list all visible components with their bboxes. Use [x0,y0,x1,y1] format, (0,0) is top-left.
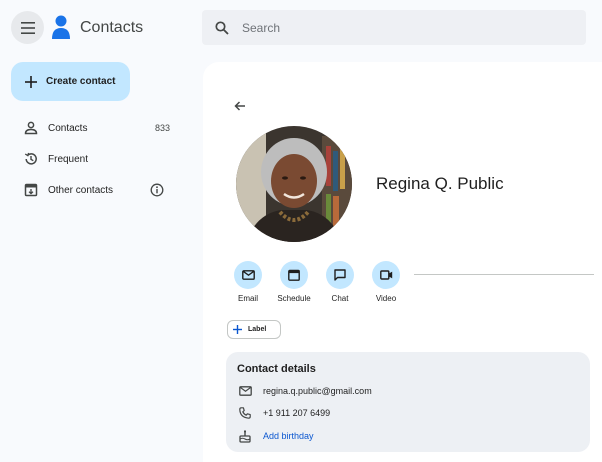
info-icon[interactable] [148,181,166,199]
sidebar-item-label: Contacts [48,122,88,134]
contact-details-title: Contact details [237,363,316,375]
contact-name: Regina Q. Public [376,174,504,193]
search-input[interactable] [242,20,562,35]
schedule-action-button[interactable]: Schedule [274,261,314,303]
contact-photo [236,126,352,242]
history-icon [22,150,40,168]
email-action-button[interactable]: Email [228,261,268,303]
action-label: Video [375,294,397,303]
chat-action-button[interactable]: Chat [320,261,360,303]
email-value[interactable]: regina.q.public@gmail.com [263,386,372,396]
main-menu-button[interactable] [11,11,44,44]
search-icon[interactable] [202,20,242,35]
video-action-button[interactable]: Video [366,261,406,303]
sidebar-item-label: Frequent [48,153,89,165]
app-title: Contacts [80,19,144,36]
divider [414,274,594,275]
label-button-text: Label [248,326,267,333]
calendar-icon [288,269,300,281]
cake-icon [238,429,252,443]
person-icon [22,119,40,137]
video-icon [379,270,392,280]
create-contact-button[interactable]: Create contact [11,62,130,101]
contacts-count: 833 [154,123,170,133]
email-row[interactable]: regina.q.public@gmail.com [238,384,372,398]
phone-icon [238,406,252,420]
sidebar-item-frequent[interactable]: Frequent [22,148,182,170]
sidebar-item-other-contacts[interactable]: Other contacts [22,179,182,201]
mail-icon [238,384,252,398]
back-button[interactable] [230,96,250,116]
search-bar[interactable] [202,10,586,45]
action-label: Email [237,294,258,303]
arrow-back-icon [234,101,245,111]
birthday-row[interactable]: Add birthday [238,429,314,443]
create-contact-label: Create contact [46,76,116,87]
mail-icon [241,270,255,280]
add-label-button[interactable]: Label [227,320,281,339]
phone-row[interactable]: +1 911 207 6499 [238,406,330,420]
menu-icon [20,21,35,34]
sidebar-item-label: Other contacts [48,184,114,196]
plus-icon [233,325,242,334]
archive-icon [22,181,40,199]
plus-icon [25,75,37,88]
sidebar-item-contacts[interactable]: Contacts 833 [22,117,182,139]
contacts-logo[interactable] [51,15,71,41]
action-label: Chat [331,294,349,303]
add-birthday-link[interactable]: Add birthday [263,431,314,441]
chat-icon [334,269,346,281]
action-label: Schedule [277,294,311,303]
phone-value[interactable]: +1 911 207 6499 [263,408,330,418]
